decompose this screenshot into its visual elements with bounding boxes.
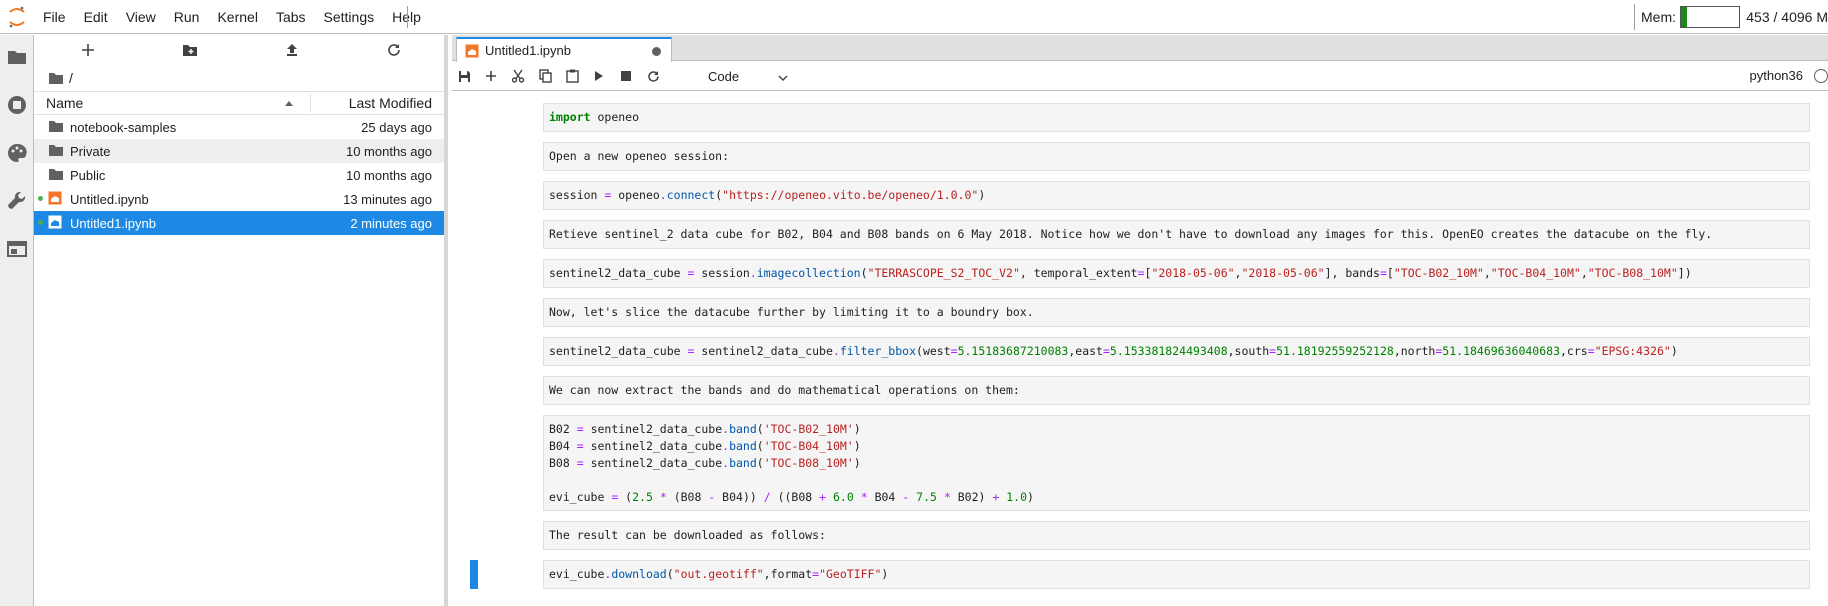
file-row[interactable]: Private 10 months ago — [34, 139, 444, 163]
folder-icon — [48, 167, 64, 183]
memory-bar — [1680, 6, 1741, 28]
file-modified: 10 months ago — [345, 143, 432, 159]
cell-markdown[interactable]: The result can be downloaded as follows: — [543, 521, 1810, 550]
menu-file[interactable]: File — [34, 0, 75, 34]
menu-kernel[interactable]: Kernel — [208, 0, 266, 34]
memory-indicator: Mem: 453 / 4096 M — [1634, 4, 1828, 30]
cell-markdown[interactable]: Retieve sentinel_2 data cube for B02, B0… — [543, 220, 1810, 249]
file-name: Untitled1.ipynb — [70, 215, 156, 231]
menubar: File Edit View Run Kernel Tabs Settings … — [0, 0, 1828, 34]
file-row[interactable]: Untitled.ipynb 13 minutes ago — [34, 187, 444, 211]
notebook-panel: Untitled1.ipynb Code python36 import ope… — [452, 35, 1828, 606]
jupyter-logo-icon[interactable] — [0, 0, 34, 34]
cell-input[interactable]: session = openeo.connect("https://openeo… — [543, 181, 1810, 210]
insert-cell-icon[interactable] — [479, 65, 503, 87]
tab-notebook[interactable]: Untitled1.ipynb — [456, 37, 672, 62]
cell-input[interactable]: evi_cube.download("out.geotiff",format="… — [543, 560, 1810, 589]
cell-input[interactable]: sentinel2_data_cube = sentinel2_data_cub… — [543, 337, 1810, 366]
running-icon[interactable] — [5, 93, 29, 117]
file-browser-toolbar — [34, 35, 444, 65]
file-list: notebook-samples 25 days ago Private 10 … — [34, 115, 444, 235]
tabs-icon[interactable] — [5, 237, 29, 261]
file-row[interactable]: Public 10 months ago — [34, 163, 444, 187]
notebook-toolbar: Code python36 — [452, 61, 1828, 91]
menu-tabs[interactable]: Tabs — [267, 0, 315, 34]
file-list-header: Name Last Modified — [34, 91, 444, 115]
file-row[interactable]: notebook-samples 25 days ago — [34, 115, 444, 139]
folder-icon — [48, 119, 64, 135]
tab-bar: Untitled1.ipynb — [452, 35, 1828, 62]
chevron-down-icon — [778, 69, 788, 84]
running-indicator — [38, 196, 43, 201]
root-folder-icon[interactable] — [48, 72, 64, 85]
cell-input[interactable]: import openeo — [543, 103, 1810, 132]
active-cell-marker — [470, 560, 478, 589]
cell-markdown[interactable]: We can now extract the bands and do math… — [543, 376, 1810, 405]
breadcrumb: / — [34, 65, 444, 91]
kernel-status-icon — [1814, 69, 1828, 83]
memory-label: Mem: — [1641, 9, 1676, 25]
cell-markdown[interactable]: Open a new openeo session: — [543, 142, 1810, 171]
notebook-icon — [465, 44, 479, 58]
running-indicator — [38, 220, 43, 225]
new-folder-icon[interactable] — [178, 39, 202, 61]
cell-input[interactable]: sentinel2_data_cube = session.imagecolle… — [543, 259, 1810, 288]
cell-type-value: Code — [708, 68, 740, 84]
stop-icon[interactable] — [614, 65, 638, 87]
menu-settings[interactable]: Settings — [315, 0, 384, 34]
new-launcher-icon[interactable] — [76, 39, 100, 61]
file-browser: / Name Last Modified notebook-samples 25… — [34, 35, 448, 606]
column-header-modified[interactable]: Last Modified — [349, 95, 432, 111]
file-row-selected[interactable]: Untitled1.ipynb 2 minutes ago — [34, 211, 444, 235]
menu-edit[interactable]: Edit — [75, 0, 117, 34]
restart-icon[interactable] — [641, 65, 665, 87]
memory-value: 453 / 4096 M — [1746, 9, 1828, 25]
cut-icon[interactable] — [506, 65, 530, 87]
file-name: Untitled.ipynb — [70, 191, 149, 207]
tab-title: Untitled1.ipynb — [485, 43, 571, 58]
menu-run[interactable]: Run — [165, 0, 209, 34]
file-name: notebook-samples — [70, 119, 177, 135]
column-divider — [310, 94, 311, 113]
palette-icon[interactable] — [5, 141, 29, 165]
file-modified: 13 minutes ago — [343, 191, 432, 207]
run-icon[interactable] — [587, 65, 611, 87]
paste-icon[interactable] — [560, 65, 584, 87]
file-modified: 25 days ago — [361, 119, 432, 135]
cell-input[interactable]: B02 = sentinel2_data_cube.band('TOC-B02_… — [543, 415, 1810, 511]
unsaved-dot-icon[interactable] — [652, 47, 661, 56]
upload-icon[interactable] — [280, 39, 304, 61]
breadcrumb-root[interactable]: / — [69, 70, 73, 86]
column-header-name[interactable]: Name — [46, 95, 83, 111]
notebook-icon — [48, 191, 64, 207]
cell-markdown[interactable]: Now, let's slice the datacube further by… — [543, 298, 1810, 327]
file-modified: 2 minutes ago — [350, 215, 432, 231]
folder-icon[interactable] — [5, 45, 29, 69]
file-modified: 10 months ago — [345, 167, 432, 183]
sort-caret-icon[interactable] — [284, 95, 294, 114]
wrench-icon[interactable] — [5, 189, 29, 213]
file-name: Private — [70, 143, 111, 159]
notebook-icon — [48, 215, 64, 231]
left-activity-bar — [0, 35, 34, 606]
menu-view[interactable]: View — [117, 0, 165, 34]
menubar-divider — [407, 6, 408, 28]
copy-icon[interactable] — [533, 65, 557, 87]
kernel-name[interactable]: python36 — [1750, 68, 1804, 83]
save-icon[interactable] — [452, 65, 476, 87]
notebook-cells: [1]: import openeo Open a new openeo ses… — [452, 93, 1828, 606]
cell-type-select[interactable]: Code — [708, 65, 788, 87]
folder-icon — [48, 143, 64, 159]
refresh-icon[interactable] — [382, 39, 406, 61]
file-name: Public — [70, 167, 106, 183]
memory-bar-fill — [1681, 7, 1688, 27]
